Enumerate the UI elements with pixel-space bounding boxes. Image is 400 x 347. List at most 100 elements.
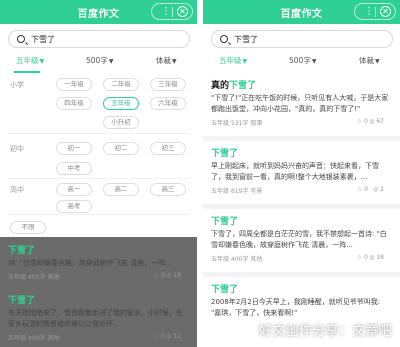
style-filter[interactable]: 体裁▼ (156, 55, 177, 66)
essay-grade: 五年级 (211, 120, 230, 127)
essay-words: 400字 (27, 335, 46, 342)
capsule-divider (172, 7, 173, 17)
essay-meta: 五年级 400字 其他 ☆ 0 ◎ 18 (211, 254, 392, 264)
grade-chip[interactable]: 四年级 (56, 97, 92, 110)
search-input[interactable]: 下雪了 (211, 30, 393, 48)
chevron-down-icon: ▼ (375, 58, 380, 65)
grade-chip[interactable]: 中考 (56, 162, 92, 175)
close-icon[interactable]: ✕ (380, 6, 391, 17)
view-count: ◎ 18 (166, 272, 181, 279)
view-count: ◎ 67 (369, 118, 384, 125)
like-count: ☆ 0 (153, 333, 165, 340)
like-count: ☆ 0 (356, 254, 368, 261)
like-count: ☆ 0 (153, 272, 165, 279)
essay-meta: 五年级 531字 叙事 ☆ 0 ◎ 67 (211, 118, 392, 128)
chevron-down-icon: ▼ (172, 58, 177, 65)
essay-meta: 五年级 400字 其他 ☆ 0 ◎ 11 (8, 333, 189, 343)
search-text: 下雪了 (234, 35, 258, 44)
grade-chip[interactable]: 高二 (103, 183, 139, 196)
grade-group-label-primary: 小学 (10, 81, 24, 89)
essay-title: 真的下雪了 (211, 78, 392, 91)
search-input[interactable]: 下雪了 (8, 30, 190, 48)
essay-meta: 五年级 619字 写景 ☆ 0 ◎ 2 (211, 186, 392, 196)
active-filter-indicator (14, 71, 40, 73)
more-menu-icon[interactable]: ⋮ (161, 6, 171, 17)
watermark-text: 好文创作分享：文章吧 (258, 324, 392, 339)
screenshot-root: 百度作文 ⋮ ✕ 下雪了 五年级▼ 500字▼ 体裁▼ 小学 一年级 二年级 三… (0, 0, 400, 347)
mini-program-capsule: ⋮ ✕ (151, 3, 193, 20)
grade-chip-selected[interactable]: 五年级 (103, 97, 139, 110)
view-count-value: 18 (173, 272, 181, 279)
more-menu-icon[interactable]: ⋮ (364, 6, 374, 17)
dimmed-backdrop[interactable]: 下雪了 诗: "白雪却嫌春色晚，故穿庭树作飞花 清晨，一阵... 五年级 400… (0, 237, 197, 347)
essay-card[interactable]: 下雪了 冬天悄悄地来了，雪也跟着走进了我的家乡。小时候，在家乡玩雪的情景始终难以… (0, 293, 197, 343)
grade-group-label-high: 高中 (10, 186, 24, 194)
essay-type: 其他 (47, 274, 60, 281)
essay-title: 下雪了 (8, 296, 36, 306)
card-separator (203, 272, 400, 277)
like-count-value: 0 (364, 186, 368, 193)
essay-type: 写景 (250, 188, 263, 195)
like-count: ☆ 0 (356, 118, 368, 125)
grade-filter[interactable]: 五年级▼ (219, 55, 247, 66)
grade-chip[interactable]: 高三 (150, 183, 186, 196)
essay-card[interactable]: 下雪了 早上刚起床，就听到妈妈兴奋的声音：快起来看，下雪了，我到窗前一看，真的啊… (203, 146, 400, 196)
row-divider (8, 214, 189, 215)
words-filter-label: 500字 (86, 56, 108, 65)
comment-count: ◎ 2 (373, 186, 384, 193)
words-filter[interactable]: 500字▼ (289, 55, 316, 66)
essay-words: 531字 (230, 120, 249, 127)
row-divider (8, 133, 189, 134)
mini-program-capsule: ⋮ ✕ (354, 3, 396, 20)
essay-card[interactable]: 下雪了 下雪了，四周全都是白茫茫的雪，我不禁想起一首诗: "白雪却嫌春色晚，故穿… (203, 214, 400, 264)
title-bar: 百度作文 ⋮ ✕ (203, 0, 400, 24)
view-count-value: 11 (173, 333, 181, 340)
essay-words: 400字 (230, 256, 249, 263)
grade-chip[interactable]: 高考 (56, 200, 92, 213)
search-icon (220, 35, 228, 43)
grade-filter-label: 五年级 (16, 56, 39, 65)
filter-bar: 五年级▼ 500字▼ 体裁▼ (0, 55, 197, 69)
essay-grade: 五年级 (8, 335, 27, 342)
card-separator (203, 204, 400, 209)
like-count-value: 0 (364, 254, 368, 261)
filter-bar: 五年级▼ 500字▼ 体裁▼ (203, 55, 400, 69)
essay-type: 叙事 (250, 120, 263, 127)
essay-words: 400字 (27, 274, 46, 281)
grade-chip[interactable]: 高一 (56, 183, 92, 196)
grade-filter[interactable]: 五年级▼ (16, 55, 44, 66)
essay-title-prefix: 真的 (211, 81, 230, 91)
close-icon[interactable]: ✕ (177, 6, 188, 17)
grade-chip[interactable]: 初一 (56, 142, 92, 155)
words-filter[interactable]: 500字▼ (86, 55, 113, 66)
essay-title: 下雪了 (211, 285, 239, 295)
search-icon (17, 35, 25, 43)
essay-type: 其他 (250, 256, 263, 263)
comment-count-value: 2 (380, 186, 384, 193)
essay-card[interactable]: 下雪了 2008年2月2日今天早上，我刚睡醒，就听见爷爷叫我: "嘉琪，下雪了，… (203, 282, 400, 319)
grade-chip[interactable]: 初二 (103, 142, 139, 155)
grade-chip[interactable]: 二年级 (103, 78, 139, 91)
view-count-value: 18 (376, 254, 384, 261)
essay-title-keyword: 下雪了 (229, 81, 257, 91)
style-filter-label: 体裁 (156, 56, 171, 65)
grade-chip-unlimited[interactable]: 不限 (10, 221, 46, 234)
essay-title: 下雪了 (8, 246, 36, 256)
grade-chip[interactable]: 初三 (150, 142, 186, 155)
card-separator (203, 136, 400, 141)
grade-chip[interactable]: 一年级 (56, 78, 92, 91)
grade-chip[interactable]: 小升初 (103, 116, 139, 129)
left-screen: 百度作文 ⋮ ✕ 下雪了 五年级▼ 500字▼ 体裁▼ 小学 一年级 二年级 三… (0, 0, 197, 347)
grade-chip[interactable]: 三年级 (150, 78, 186, 91)
essay-excerpt: 诗: "白雪却嫌春色晚，故穿庭树作飞花 清晨，一阵... (8, 259, 172, 267)
essay-meta: 五年级 400字 其他 ☆ 0 ◎ 18 (8, 272, 189, 282)
essay-card[interactable]: 真的下雪了 "下雪了!"正在吃午饭的时候，只听见有人大喊，于是大家都跑出饭堂，冲… (203, 78, 400, 128)
view-count-value: 67 (376, 118, 384, 125)
grade-chip[interactable]: 六年级 (150, 97, 186, 110)
essay-title: 下雪了 (211, 217, 239, 227)
essay-grade: 五年级 (211, 188, 230, 195)
essay-card[interactable]: 下雪了 诗: "白雪却嫌春色晚，故穿庭树作飞花 清晨，一阵... 五年级 400… (0, 243, 197, 282)
style-filter[interactable]: 体裁▼ (359, 55, 380, 66)
like-count-value: 0 (364, 118, 368, 125)
essay-grade: 五年级 (211, 256, 230, 263)
